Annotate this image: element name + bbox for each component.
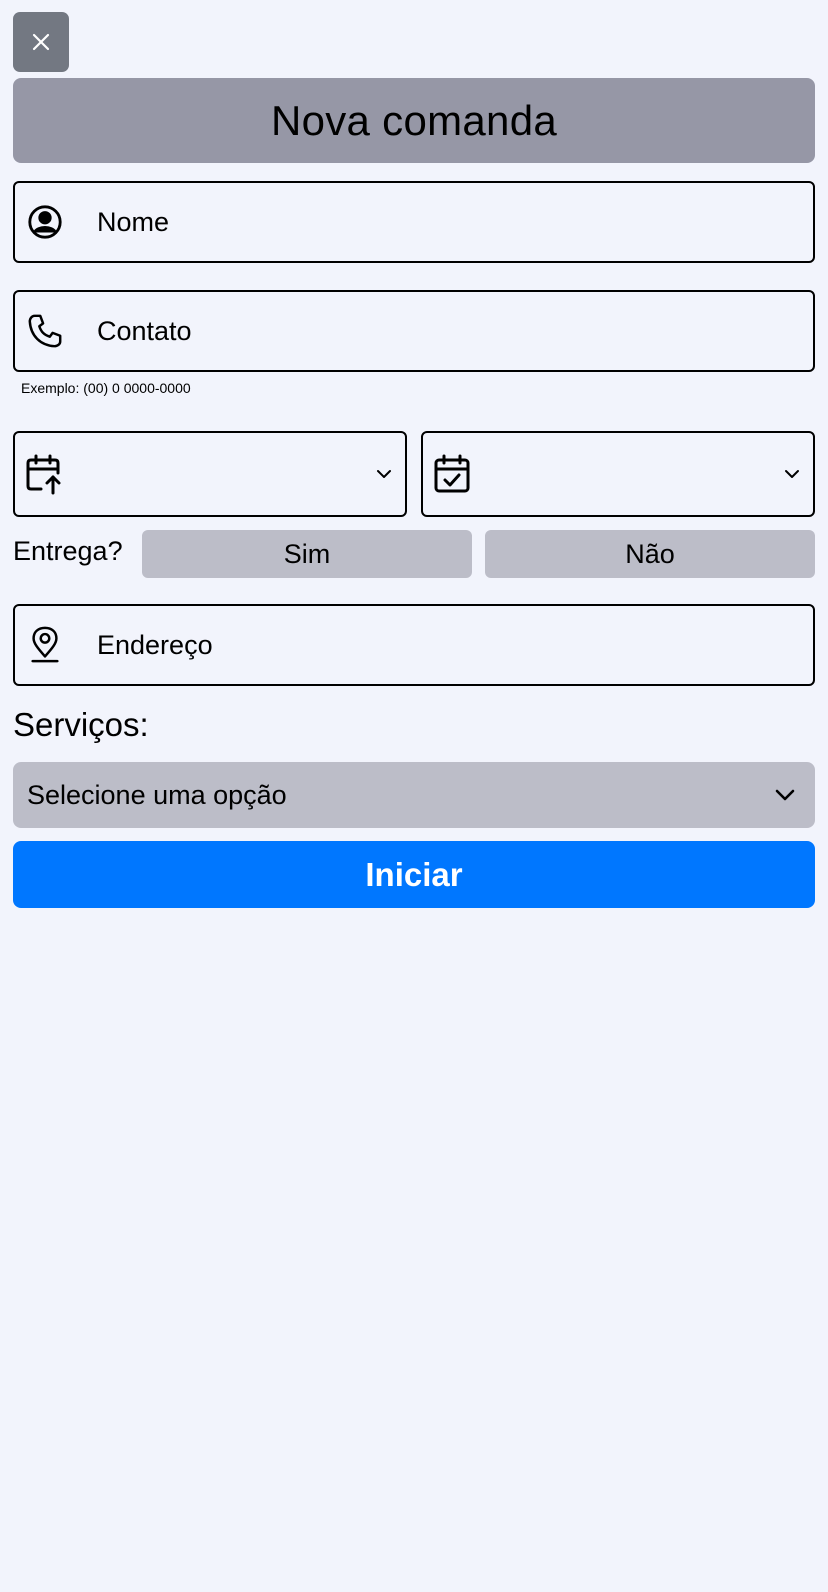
start-date-select[interactable] <box>13 431 407 517</box>
name-input[interactable] <box>97 206 777 238</box>
contact-field[interactable] <box>13 290 815 372</box>
map-pin-icon <box>25 625 65 665</box>
phone-icon <box>25 311 65 351</box>
name-field[interactable] <box>13 181 815 263</box>
page-title-bar: Nova comanda <box>13 78 815 163</box>
services-select-value: Selecione uma opção <box>27 779 287 810</box>
new-order-page: Nova comanda Exemplo: (00) 0 0000-0000 <box>0 0 828 1592</box>
address-input[interactable] <box>97 629 777 661</box>
close-icon <box>32 33 50 51</box>
delivery-label: Entrega? <box>13 536 123 566</box>
address-field[interactable] <box>13 604 815 686</box>
services-select[interactable]: Selecione uma opção <box>13 762 815 828</box>
end-date-select[interactable] <box>421 431 815 517</box>
start-button[interactable]: Iniciar <box>13 841 815 908</box>
chevron-down-icon <box>377 470 391 478</box>
contact-hint: Exemplo: (00) 0 0000-0000 <box>21 380 191 396</box>
close-button[interactable] <box>13 12 69 72</box>
page-title: Nova comanda <box>270 96 558 144</box>
delivery-no-button[interactable]: Não <box>485 530 815 578</box>
services-label: Serviços: <box>13 706 149 743</box>
user-circle-icon <box>25 202 65 242</box>
calendar-check-icon <box>434 454 470 493</box>
contact-input[interactable] <box>97 315 777 347</box>
calendar-arrow-up-icon <box>26 454 61 495</box>
chevron-down-icon <box>775 789 795 801</box>
delivery-yes-button[interactable]: Sim <box>142 530 472 578</box>
chevron-down-icon <box>785 470 799 478</box>
